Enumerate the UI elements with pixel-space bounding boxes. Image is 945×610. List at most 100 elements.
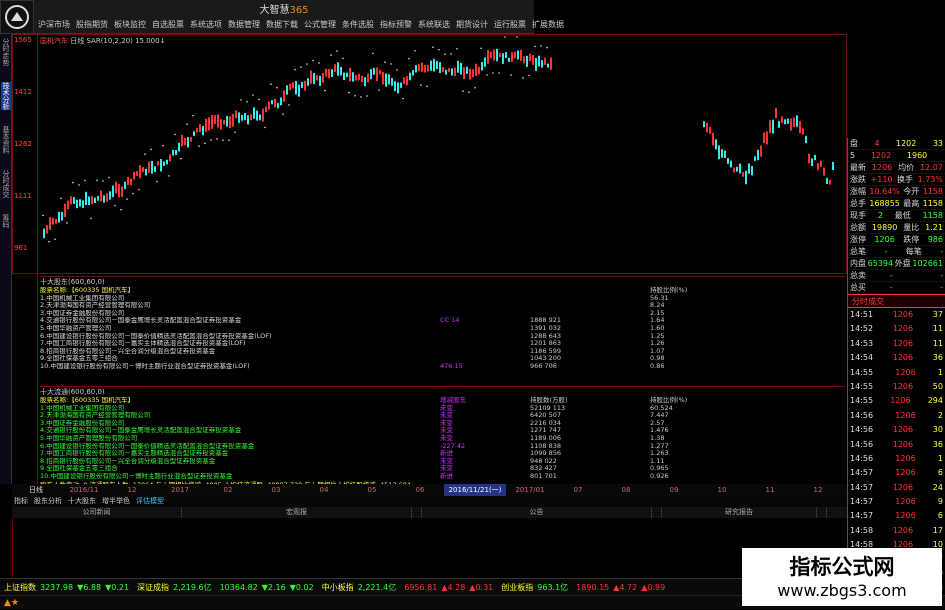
candle	[535, 57, 537, 71]
time-label: 2016/11	[69, 486, 99, 494]
holder-row: 10.中国建设银行股份有限公司－博时主题行业混合型证券投资基金 新进 801 701…	[40, 472, 845, 481]
candle	[706, 122, 708, 133]
bottom-tab[interactable]: 十大股东	[68, 496, 96, 507]
menu-item[interactable]: 扩展数据	[532, 16, 564, 33]
table-header-cell[interactable]: 公告	[422, 507, 652, 518]
menu-item[interactable]: 公式管理	[304, 16, 336, 33]
menu-item[interactable]: 数据下载	[266, 16, 298, 33]
table-header-cell[interactable]: 公司新闻	[12, 507, 182, 518]
candle	[457, 60, 459, 73]
menu-item[interactable]: 条件选股	[342, 16, 374, 33]
bottom-tab[interactable]: 评估模型	[136, 496, 164, 507]
holder-cell: 9.全国社保基金五零三组合	[40, 465, 118, 473]
bottom-tab[interactable]: 股东分析	[34, 496, 62, 507]
holder-row: 1.中国机械工业集团有限公司 56.31	[40, 294, 845, 303]
menu-item[interactable]: 股指期货	[76, 16, 108, 33]
sar-dot	[372, 52, 374, 55]
ticker-name[interactable]: 深证成指	[137, 579, 169, 595]
bottom-tab[interactable]: 增半举色	[102, 496, 130, 507]
holder-row: 4.交通银行股份有限公司－国泰金鹰增长灵活配置混合型证券投资基金 CC 14 188…	[40, 317, 845, 325]
holder-cell: 4.交通银行股份有限公司－国泰金鹰增长灵活配置混合型证券投资基金	[40, 317, 242, 325]
table-header-cell[interactable]	[412, 507, 422, 518]
candle	[394, 81, 396, 92]
left-tab[interactable]: 基本资料	[1, 126, 11, 154]
menu-item[interactable]: 期货设计	[456, 16, 488, 33]
holder-row: 6.中国建设银行股份有限公司－国泰价值精选灵活配置混合型证券投资基金(LOF) 1…	[40, 332, 845, 341]
sar-dot	[510, 74, 512, 76]
candle	[781, 116, 783, 124]
trade-row: 14:54 1206 36	[848, 351, 945, 365]
top-holders-section: 十大股东(600,60,0) 股票名称:【600335 国机汽车】 持股比例(%)…	[40, 276, 845, 384]
quote-cell: 最新	[850, 163, 866, 172]
quote-cell: 外盘	[894, 259, 911, 268]
table-header-cell[interactable]	[817, 507, 827, 518]
sar-dot	[390, 63, 392, 65]
sar-dot	[132, 192, 134, 195]
candle	[424, 65, 426, 73]
menu-item[interactable]: 指标预警	[380, 16, 412, 33]
sar-dot	[462, 90, 464, 92]
candle	[811, 158, 813, 167]
table-header-cell[interactable]	[652, 507, 662, 518]
candle	[547, 63, 549, 68]
menu-item[interactable]: 数据管理	[228, 16, 260, 33]
candle	[442, 67, 444, 73]
bottom-tab[interactable]: 指标	[14, 496, 28, 507]
ticker-change: ▲4.72	[613, 583, 638, 592]
candle	[478, 66, 480, 75]
trade-cell: 17	[932, 525, 943, 535]
quote-cell: 量比	[903, 223, 920, 232]
menu-item[interactable]: 自选股票	[152, 16, 184, 33]
ticker-name[interactable]: 上证指数	[4, 579, 36, 595]
candle	[73, 197, 75, 204]
quote-cell: 总手	[850, 199, 866, 208]
ticker-name[interactable]: 创业板指	[501, 579, 533, 595]
holder-cell: 1.60	[650, 323, 665, 332]
ticker-name[interactable]: 中小板指	[322, 579, 354, 595]
sar-dot	[222, 139, 224, 142]
quote-row: 总买 - -	[848, 282, 945, 294]
candle	[436, 60, 438, 70]
candle	[112, 185, 114, 198]
candle	[202, 125, 204, 136]
left-tab[interactable]: 分时走势	[1, 38, 11, 66]
candle	[214, 115, 216, 125]
ticker-value: 1890.15	[576, 583, 610, 592]
candle	[94, 197, 96, 204]
candle	[439, 62, 441, 74]
panel-top-row: 5 1202 1960	[848, 150, 945, 162]
candle	[61, 211, 63, 221]
candle	[349, 67, 351, 82]
candle	[514, 51, 516, 59]
holder-cell: 1.26	[650, 339, 665, 348]
candle	[346, 72, 348, 78]
time-label: 日线	[29, 486, 43, 494]
table-header-cell[interactable]: 宏观报	[182, 507, 412, 518]
left-tab[interactable]: 技术分析	[1, 82, 11, 110]
menu-item[interactable]: 系统选项	[190, 16, 222, 33]
trade-cell: 1206	[895, 367, 916, 377]
table-header-cell[interactable]: 研究报告	[662, 507, 817, 518]
sar-dot	[528, 74, 530, 77]
kline-chart[interactable]	[12, 34, 847, 274]
time-label: 2016/11/21(一)	[444, 484, 506, 496]
section-title: 十大股东(600,60,0)	[40, 278, 105, 286]
candle	[829, 179, 831, 185]
quote-cell: 涨幅	[850, 187, 866, 196]
menu-item[interactable]: 板块监控	[114, 16, 146, 33]
candle	[451, 68, 453, 76]
candle	[313, 72, 315, 85]
trade-cell: 1206	[892, 482, 914, 492]
left-tab[interactable]: 分时成交	[1, 170, 11, 198]
menu-item[interactable]: 系统联选	[418, 16, 450, 33]
candle	[718, 145, 720, 160]
candle	[223, 119, 225, 125]
trade-cell: 24	[932, 482, 943, 492]
holder-cell: 8.24	[650, 301, 665, 310]
menu-item[interactable]: 沪深市场	[38, 16, 70, 33]
holder-cell: 0.86	[650, 361, 665, 370]
trade-cell: 14:55	[850, 396, 874, 406]
left-tab[interactable]: 筹码	[1, 214, 11, 228]
sar-dot	[414, 50, 416, 52]
menu-item[interactable]: 运行股票	[494, 16, 526, 33]
